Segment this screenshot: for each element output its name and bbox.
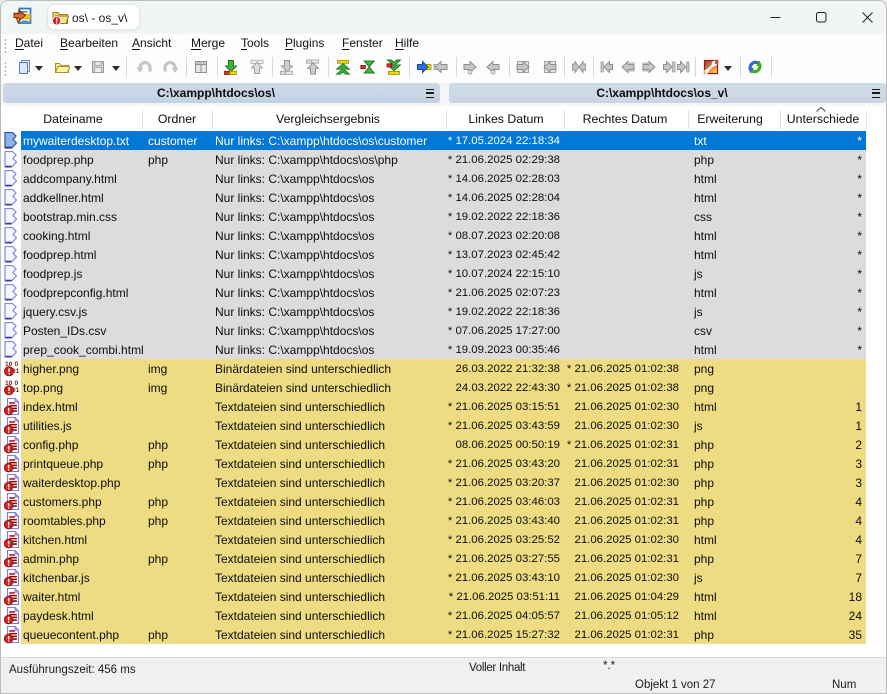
svg-text:0: 0 [15, 380, 19, 387]
svg-text:0: 0 [15, 361, 19, 368]
